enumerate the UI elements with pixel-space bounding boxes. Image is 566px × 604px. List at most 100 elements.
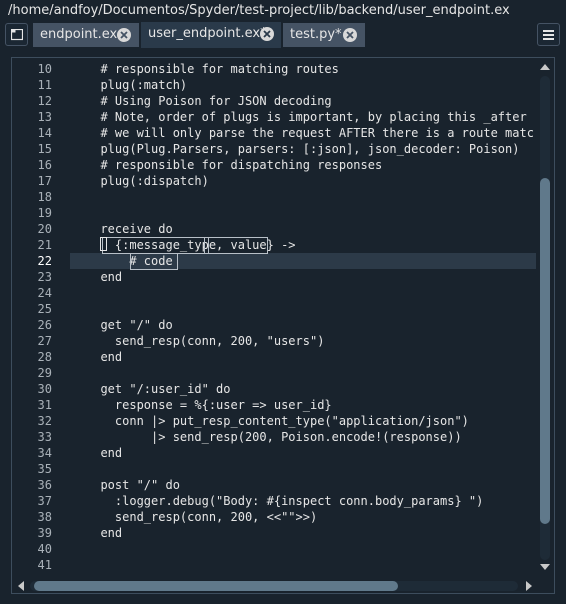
horizontal-scrollbar[interactable] xyxy=(12,578,536,593)
close-icon xyxy=(120,31,128,39)
options-menu-button[interactable] xyxy=(537,23,560,46)
line-number: 38 xyxy=(37,510,52,524)
tab-label: endpoint.ex xyxy=(40,27,118,42)
code-area[interactable]: 10 # responsible for matching routes 11 p… xyxy=(12,58,536,578)
line-number: 25 xyxy=(37,302,52,316)
code-line[interactable]: 41 xyxy=(12,557,536,573)
line-number: 15 xyxy=(37,142,52,156)
code-text[interactable]: # responsible for dispatching responses xyxy=(86,157,382,173)
code-line[interactable]: 13 # Note, order of plugs is important, … xyxy=(12,109,536,125)
code-line[interactable]: 23 end xyxy=(12,269,536,285)
line-number: 23 xyxy=(37,270,52,284)
line-number: 31 xyxy=(37,398,52,412)
code-text[interactable]: # code xyxy=(86,253,172,269)
code-text[interactable]: plug(Plug.Parsers, parsers: [:json], jso… xyxy=(86,141,519,157)
code-text[interactable]: send_resp(conn, 200, <<"">>) xyxy=(86,509,317,525)
line-number: 33 xyxy=(37,430,52,444)
vertical-scrollbar[interactable] xyxy=(536,58,554,578)
line-number: 37 xyxy=(37,494,52,508)
code-line[interactable]: 15 plug(Plug.Parsers, parsers: [:json], … xyxy=(12,141,536,157)
tab-endpoint[interactable]: endpoint.ex xyxy=(33,23,139,47)
code-text[interactable]: send_resp(conn, 200, "users") xyxy=(86,333,325,349)
code-line[interactable]: 26 get "/" do xyxy=(12,317,536,333)
code-text[interactable]: |> send_resp(200, Poison.encode!(respons… xyxy=(86,429,462,445)
text-cursor xyxy=(100,237,107,251)
line-number: 27 xyxy=(37,334,52,348)
code-line[interactable]: 32 conn |> put_resp_content_type("applic… xyxy=(12,413,536,429)
line-number: 40 xyxy=(37,542,52,556)
code-line[interactable]: 21 {:message_type, value} -> xyxy=(12,237,536,253)
scroll-left-arrow-icon[interactable] xyxy=(18,581,24,591)
line-number: 14 xyxy=(37,126,52,140)
code-line[interactable]: 14 # we will only parse the request AFTE… xyxy=(12,125,536,141)
line-number: 28 xyxy=(37,350,52,364)
tab-user-endpoint[interactable]: user_endpoint.ex* xyxy=(141,22,281,48)
code-editor[interactable]: 10 # responsible for matching routes 11 p… xyxy=(11,57,555,594)
code-text[interactable]: receive do xyxy=(86,221,172,237)
code-line[interactable]: 33 |> send_resp(200, Poison.encode!(resp… xyxy=(12,429,536,445)
code-text[interactable]: end xyxy=(86,525,122,541)
code-line[interactable]: 28 end xyxy=(12,349,536,365)
line-number: 34 xyxy=(37,446,52,460)
code-line[interactable]: 12 # Using Poison for JSON decoding xyxy=(12,93,536,109)
code-line[interactable]: 20 receive do xyxy=(12,221,536,237)
code-text[interactable]: conn |> put_resp_content_type("applicati… xyxy=(86,413,469,429)
code-line[interactable]: 29 xyxy=(12,365,536,381)
code-text[interactable]: # Note, order of plugs is important, by … xyxy=(86,109,526,125)
code-line[interactable]: 24 xyxy=(12,285,536,301)
code-text[interactable]: plug(:dispatch) xyxy=(86,173,208,189)
scroll-down-arrow-icon[interactable] xyxy=(540,564,550,570)
code-line[interactable]: 25 xyxy=(12,301,536,317)
code-line[interactable]: 36 post "/" do xyxy=(12,477,536,493)
code-line[interactable]: 18 xyxy=(12,189,536,205)
code-text[interactable]: # responsible for matching routes xyxy=(86,61,338,77)
code-text[interactable]: # Using Poison for JSON decoding xyxy=(86,93,331,109)
code-text[interactable]: end xyxy=(86,349,122,365)
tab-test-py[interactable]: test.py* xyxy=(283,23,365,47)
code-line[interactable]: 19 xyxy=(12,205,536,221)
code-text[interactable]: get "/" do xyxy=(86,317,172,333)
code-text[interactable]: plug(:match) xyxy=(86,77,187,93)
code-text[interactable]: end xyxy=(86,445,122,461)
code-line[interactable]: 16 # responsible for dispatching respons… xyxy=(12,157,536,173)
line-number: 30 xyxy=(37,382,52,396)
close-tab-button[interactable] xyxy=(260,27,274,41)
code-line[interactable]: 37 :logger.debug("Body: #{inspect conn.b… xyxy=(12,493,536,509)
tab-label: user_endpoint.ex* xyxy=(148,26,267,41)
line-number: 20 xyxy=(37,222,52,236)
code-line[interactable]: 31 response = %{:user => user_id} xyxy=(12,397,536,413)
line-number: 36 xyxy=(37,478,52,492)
line-number: 12 xyxy=(37,94,52,108)
line-number: 26 xyxy=(37,318,52,332)
line-number: 41 xyxy=(37,558,52,572)
code-line[interactable]: 10 # responsible for matching routes xyxy=(12,61,536,77)
code-text[interactable]: :logger.debug("Body: #{inspect conn.body… xyxy=(86,493,483,509)
line-number: 21 xyxy=(37,238,52,252)
code-line[interactable]: 38 send_resp(conn, 200, <<"">>) xyxy=(12,509,536,525)
code-line[interactable]: 22 # code xyxy=(12,253,536,269)
line-number: 29 xyxy=(37,366,52,380)
scroll-right-arrow-icon[interactable] xyxy=(526,581,532,591)
scroll-up-arrow-icon[interactable] xyxy=(540,64,550,70)
scrollbar-thumb[interactable] xyxy=(34,581,398,591)
code-line[interactable]: 27 send_resp(conn, 200, "users") xyxy=(12,333,536,349)
code-text[interactable]: end xyxy=(86,269,122,285)
code-line[interactable]: 35 xyxy=(12,461,536,477)
code-text[interactable]: response = %{:user => user_id} xyxy=(86,397,332,413)
scrollbar-thumb[interactable] xyxy=(540,178,550,524)
code-text[interactable]: post "/" do xyxy=(86,477,179,493)
code-text[interactable]: {:message_type, value} -> xyxy=(86,237,296,253)
line-number: 35 xyxy=(37,462,52,476)
close-tab-button[interactable] xyxy=(117,28,131,42)
close-tab-button[interactable] xyxy=(343,28,357,42)
code-line[interactable]: 34 end xyxy=(12,445,536,461)
tab-label: test.py* xyxy=(290,27,342,42)
code-line[interactable]: 17 plug(:dispatch) xyxy=(12,173,536,189)
code-line[interactable]: 39 end xyxy=(12,525,536,541)
code-text[interactable]: get "/:user_id" do xyxy=(86,381,230,397)
browse-tabs-button[interactable] xyxy=(5,23,28,46)
code-line[interactable]: 40 xyxy=(12,541,536,557)
code-line[interactable]: 30 get "/:user_id" do xyxy=(12,381,536,397)
code-text[interactable]: # we will only parse the request AFTER t… xyxy=(86,125,534,141)
code-line[interactable]: 11 plug(:match) xyxy=(12,77,536,93)
